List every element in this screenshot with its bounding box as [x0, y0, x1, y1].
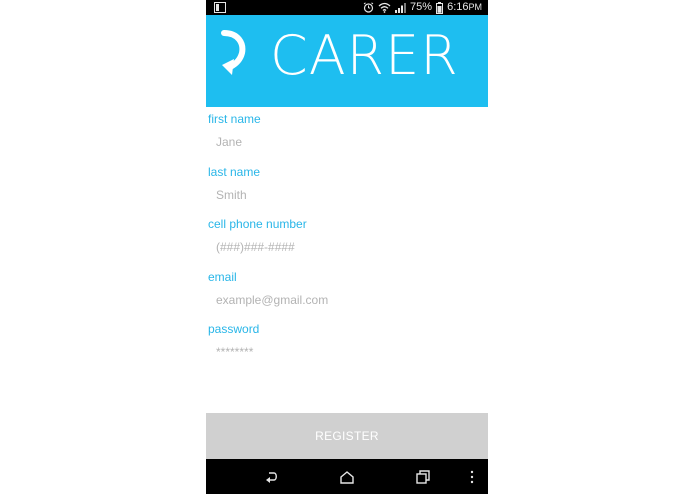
- email-label: email: [208, 269, 237, 284]
- menu-icon[interactable]: [468, 469, 476, 485]
- battery-icon: [436, 1, 444, 14]
- first-name-label: first name: [208, 112, 261, 126]
- signal-icon: [395, 3, 407, 13]
- last-name-label: last name: [208, 164, 261, 179]
- email-input[interactable]: [208, 285, 486, 314]
- last-name-field: last name: [206, 160, 488, 213]
- email-field: email: [206, 265, 488, 318]
- clock-time: 6:16: [447, 1, 469, 13]
- logo-arrow-icon: [221, 30, 246, 75]
- app-header: CARER: [206, 15, 488, 107]
- password-label: password: [208, 322, 260, 337]
- phone-label: cell phone number: [208, 217, 307, 232]
- password-field: password: [206, 317, 488, 370]
- screenshot-icon: [214, 2, 226, 13]
- back-icon[interactable]: [264, 469, 280, 485]
- app-title: CARER: [270, 24, 459, 87]
- phone-screen: 75% 6:16PM CARER first name last name ce…: [206, 0, 488, 494]
- phone-input[interactable]: [208, 233, 486, 262]
- home-icon[interactable]: [339, 469, 355, 485]
- register-button[interactable]: REGISTER: [206, 413, 488, 459]
- battery-percent: 75%: [410, 1, 433, 13]
- alarm-icon: [363, 2, 374, 13]
- first-name-input[interactable]: [208, 128, 486, 156]
- status-bar: 75% 6:16PM: [206, 0, 488, 15]
- first-name-field: first name: [206, 107, 488, 160]
- status-right-group: 75% 6:16PM: [363, 0, 482, 15]
- clock: 6:16PM: [447, 0, 482, 15]
- recents-icon[interactable]: [415, 469, 431, 485]
- password-input[interactable]: [208, 338, 486, 367]
- registration-form: first name last name cell phone number e…: [206, 107, 488, 370]
- wifi-icon: [378, 2, 391, 13]
- phone-field: cell phone number: [206, 212, 488, 265]
- clock-suffix: PM: [468, 2, 483, 12]
- navigation-bar: [206, 459, 488, 494]
- last-name-input[interactable]: [208, 180, 486, 209]
